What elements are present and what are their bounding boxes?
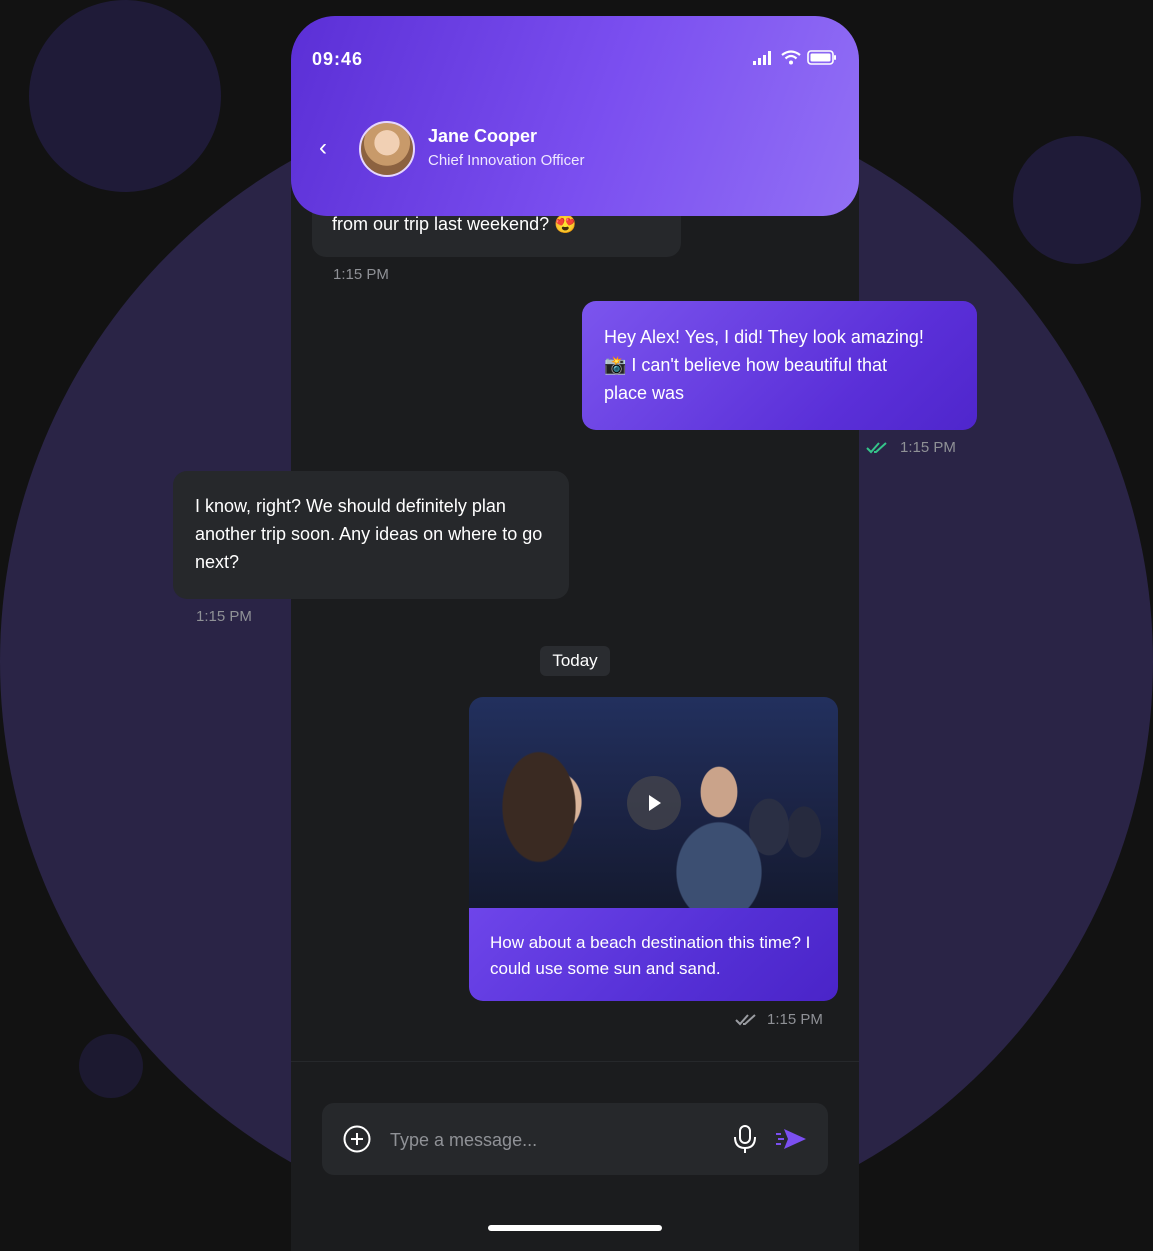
message-bubble-outgoing: Hey Alex! Yes, I did! They look amazing!… (582, 301, 977, 430)
wifi-icon (781, 50, 801, 65)
message-text: How about a beach destination this time?… (490, 933, 811, 978)
divider (291, 1061, 859, 1062)
play-icon[interactable] (627, 776, 681, 830)
decorative-circle (79, 1034, 143, 1098)
chat-header: 09:46 ‹ Jane Cooper Chief Innovation Off… (291, 16, 859, 216)
message-text: I know, right? We should definitely plan… (195, 496, 543, 572)
decorative-circle (29, 0, 221, 192)
media-caption: How about a beach destination this time?… (469, 908, 838, 1001)
message-input[interactable] (388, 1123, 712, 1157)
battery-icon (807, 50, 836, 65)
read-receipt-icon (866, 442, 887, 454)
message-time: 1:15 PM (767, 1011, 823, 1028)
home-indicator (488, 1225, 662, 1231)
status-time: 09:46 (312, 49, 364, 69)
contact-role: Chief Innovation Officer (428, 152, 585, 169)
microphone-icon[interactable] (732, 1123, 758, 1155)
status-icons (753, 50, 837, 65)
media-message[interactable]: How about a beach destination this time?… (469, 697, 838, 1001)
message-time: 1:15 PM (196, 608, 252, 625)
message-composer (322, 1103, 828, 1175)
signal-icon (753, 50, 771, 65)
delivered-receipt-icon (735, 1014, 756, 1026)
decorative-circle (1013, 136, 1141, 264)
message-time: 1:15 PM (333, 266, 389, 283)
send-icon[interactable] (776, 1125, 808, 1153)
add-attachment-icon[interactable] (343, 1125, 371, 1153)
message-bubble-incoming: I know, right? We should definitely plan… (173, 471, 569, 599)
message-text: Hey Alex! Yes, I did! They look amazing!… (604, 327, 924, 403)
contact-name[interactable]: Jane Cooper (428, 126, 537, 147)
message-time: 1:15 PM (900, 439, 956, 456)
avatar[interactable] (359, 121, 415, 177)
day-separator: Today (540, 646, 610, 676)
back-button[interactable]: ‹ (319, 134, 327, 162)
